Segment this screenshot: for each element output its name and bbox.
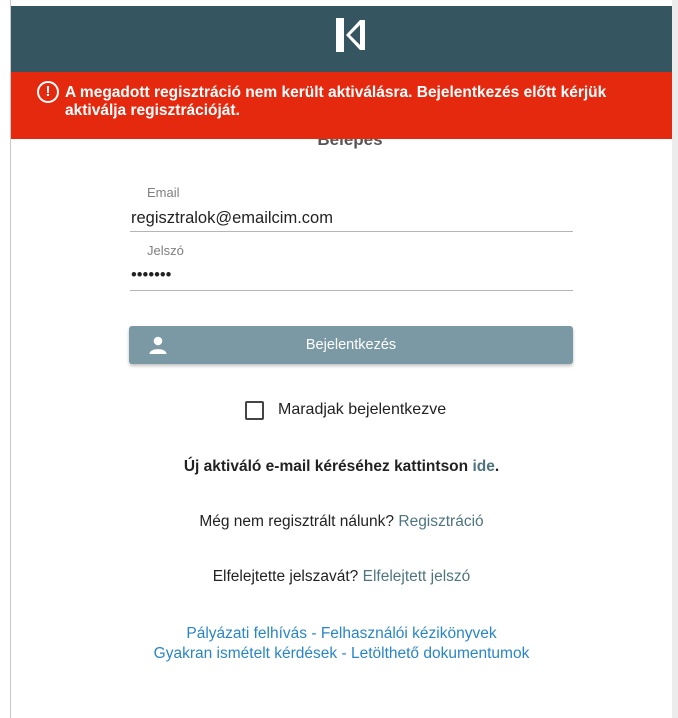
activation-link[interactable]: ide: [472, 458, 494, 475]
top-header: [11, 6, 672, 72]
forgot-password-link[interactable]: Elfelejtett jelszó: [363, 568, 471, 585]
footer-link-gyik[interactable]: Gyakran ismételt kérdések: [154, 645, 338, 662]
password-field[interactable]: •••••••: [131, 266, 171, 285]
forgot-line: Elfelejtette jelszavát? Elfelejtett jels…: [11, 568, 672, 586]
page-edge-strip: [672, 0, 678, 718]
password-underline: [130, 290, 573, 291]
login-heading-container: Belépés: [290, 139, 410, 151]
login-button-label: Bejelentkezés: [305, 337, 397, 353]
activation-suffix: .: [494, 458, 500, 475]
register-text: Még nem regisztrált nálunk?: [199, 513, 395, 530]
footer-links-row-2: Gyakran ismételt kérdések - Letölthető d…: [11, 645, 672, 663]
footer-separator: -: [341, 645, 347, 662]
email-field[interactable]: regisztralok@emailcim.com: [131, 209, 333, 228]
alert-message: A megadott regisztráció nem került aktiv…: [65, 84, 607, 119]
alert-banner: A megadott regisztráció nem került aktiv…: [11, 72, 672, 139]
footer-links-row-1: Pályázati felhívás - Felhasználói kézikö…: [11, 625, 672, 643]
footer-separator: -: [311, 625, 317, 642]
login-button[interactable]: Bejelentkezés: [129, 326, 573, 364]
alert-circle-icon: [37, 81, 59, 103]
password-label: Jelszó: [147, 243, 184, 258]
footer-link-dokumentumok[interactable]: Letölthető dokumentumok: [351, 645, 529, 662]
register-link[interactable]: Regisztráció: [398, 513, 483, 530]
remember-me-checkbox[interactable]: [245, 401, 264, 420]
email-label: Email: [147, 185, 180, 200]
k-logo-icon[interactable]: [336, 18, 366, 52]
activation-line: Új aktiváló e-mail kéréséhez kattintson …: [11, 458, 672, 476]
footer-link-kezikonyvek[interactable]: Felhasználói kézikönyvek: [321, 625, 497, 642]
footer-link-palyazati-felhivas[interactable]: Pályázati felhívás: [186, 625, 307, 642]
forgot-text: Elfelejtette jelszavát?: [212, 568, 359, 585]
remember-me-label[interactable]: Maradjak bejelentkezve: [278, 401, 446, 419]
activation-text: Új aktiváló e-mail kéréséhez kattintson: [183, 458, 469, 475]
email-underline: [130, 231, 573, 232]
register-line: Még nem regisztrált nálunk? Regisztráció: [11, 513, 672, 531]
login-heading: Belépés: [317, 139, 383, 149]
